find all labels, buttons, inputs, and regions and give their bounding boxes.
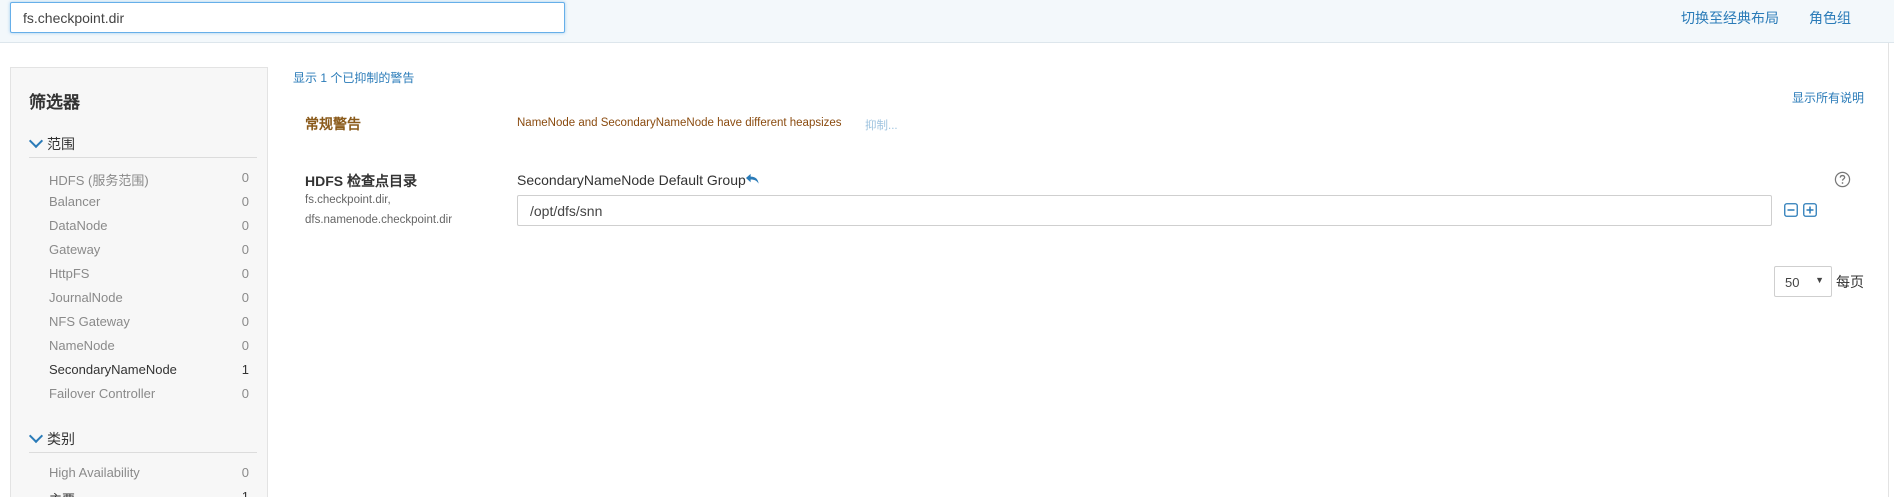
remove-value-icon[interactable] bbox=[1784, 203, 1798, 217]
filter-item-gateway[interactable]: Gateway 0 bbox=[49, 242, 249, 262]
property-title: HDFS 检查点目录 bbox=[305, 173, 417, 189]
filter-item-failover-controller[interactable]: Failover Controller 0 bbox=[49, 386, 249, 406]
filter-item-secondarynamenode[interactable]: SecondaryNameNode 1 bbox=[49, 362, 249, 382]
top-bar: 切换至经典布局 角色组 bbox=[0, 0, 1894, 43]
switch-classic-layout-link[interactable]: 切换至经典布局 bbox=[1681, 8, 1779, 28]
filter-item-httpfs[interactable]: HttpFS 0 bbox=[49, 266, 249, 286]
filter-item-nfs-gateway[interactable]: NFS Gateway 0 bbox=[49, 314, 249, 334]
filter-item-main[interactable]: 主要 1 bbox=[49, 489, 249, 497]
filter-item-datanode[interactable]: DataNode 0 bbox=[49, 218, 249, 238]
filter-item-hdfs-service[interactable]: HDFS (服务范围) 0 bbox=[49, 170, 249, 190]
filter-item-journalnode[interactable]: JournalNode 0 bbox=[49, 290, 249, 310]
per-page-select[interactable]: 50 ▼ bbox=[1774, 266, 1832, 297]
chevron-down-icon bbox=[28, 428, 44, 444]
dropdown-arrow-icon: ▼ bbox=[1815, 275, 1824, 285]
role-group-label: SecondaryNameNode Default Group bbox=[517, 172, 746, 188]
help-icon[interactable] bbox=[1834, 171, 1851, 188]
filter-sidebar: 筛选器 范围 HDFS (服务范围) 0 Balancer 0 DataNode… bbox=[10, 67, 268, 497]
category-section-label: 类别 bbox=[47, 431, 75, 447]
checkpoint-dir-input[interactable] bbox=[517, 195, 1772, 226]
chevron-down-icon bbox=[28, 133, 44, 149]
general-warning-title: 常规警告 bbox=[305, 116, 361, 132]
add-value-icon[interactable] bbox=[1803, 203, 1817, 217]
sidebar-title: 筛选器 bbox=[29, 93, 80, 112]
scope-section-label: 范围 bbox=[47, 136, 75, 152]
filter-item-balancer[interactable]: Balancer 0 bbox=[49, 194, 249, 214]
property-key-2: dfs.namenode.checkpoint.dir bbox=[305, 214, 453, 226]
filter-item-high-availability[interactable]: High Availability 0 bbox=[49, 465, 249, 485]
suppress-warning-link[interactable]: 抑制... bbox=[865, 117, 898, 133]
filter-item-namenode[interactable]: NameNode 0 bbox=[49, 338, 249, 358]
undo-icon[interactable] bbox=[745, 171, 760, 186]
property-key-1: fs.checkpoint.dir, bbox=[305, 194, 391, 206]
category-section-toggle[interactable]: 类别 bbox=[28, 428, 257, 453]
scroll-edge bbox=[1888, 43, 1889, 497]
search-input[interactable] bbox=[10, 2, 565, 33]
show-all-descriptions-link[interactable]: 显示所有说明 bbox=[1792, 89, 1864, 106]
per-page-label: 每页 bbox=[1836, 274, 1864, 290]
role-groups-link[interactable]: 角色组 bbox=[1809, 8, 1851, 28]
scope-section-toggle[interactable]: 范围 bbox=[28, 133, 257, 158]
show-suppressed-warnings-link[interactable]: 显示 1 个已抑制的警告 bbox=[293, 69, 414, 86]
general-warning-text: NameNode and SecondaryNameNode have diff… bbox=[517, 117, 842, 129]
